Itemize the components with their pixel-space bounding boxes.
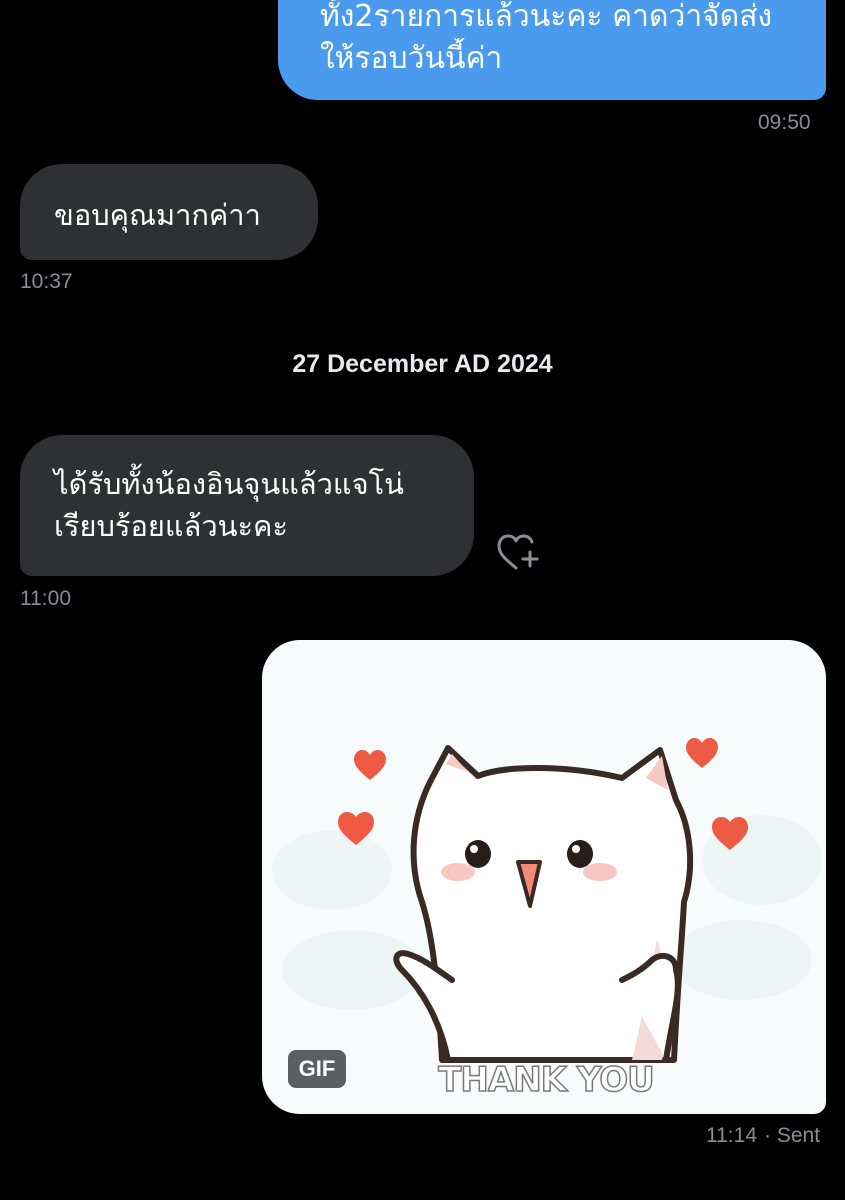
- message-text-line: เรียบร้อยแล้วนะคะ: [54, 509, 288, 543]
- message-timestamp: 10:37: [20, 270, 73, 293]
- message-timestamp: 09:50: [758, 111, 811, 134]
- message-text: ขอบคุณมากค่าา: [54, 198, 261, 232]
- conversation-screen: ทั้ง2รายการแล้วนะคะ คาดว่าจัดส่ง ให้รอบว…: [0, 0, 845, 1200]
- gif-caption: THANK YOU: [437, 1059, 655, 1101]
- message-text-line: ให้รอบวันนี้ค่า: [320, 41, 503, 76]
- outgoing-message-bubble[interactable]: ทั้ง2รายการแล้วนะคะ คาดว่าจัดส่ง ให้รอบว…: [278, 0, 826, 100]
- incoming-message-bubble[interactable]: ได้รับทั้งน้องอินจุนแล้วแจโน่ เรียบร้อยแ…: [20, 435, 474, 576]
- heart-plus-icon: [497, 534, 539, 570]
- incoming-message-bubble[interactable]: ขอบคุณมากค่าา: [20, 164, 318, 260]
- date-separator: 27 December AD 2024: [292, 350, 553, 378]
- message-text-line: ได้รับทั้งน้องอินจุนแล้วแจโน่: [54, 467, 404, 501]
- message-sent-status: · Sent: [764, 1124, 821, 1147]
- thank-you-cat-gif-image: [272, 738, 822, 1063]
- message-timestamp: 11:14: [706, 1124, 757, 1147]
- message-timestamp: 11:00: [20, 587, 71, 610]
- gif-message[interactable]: GIF THANK YOU: [262, 640, 826, 1114]
- add-reaction-button[interactable]: [494, 530, 544, 574]
- message-text-line: ทั้ง2รายการแล้วนะคะ คาดว่าจัดส่ง: [320, 0, 773, 34]
